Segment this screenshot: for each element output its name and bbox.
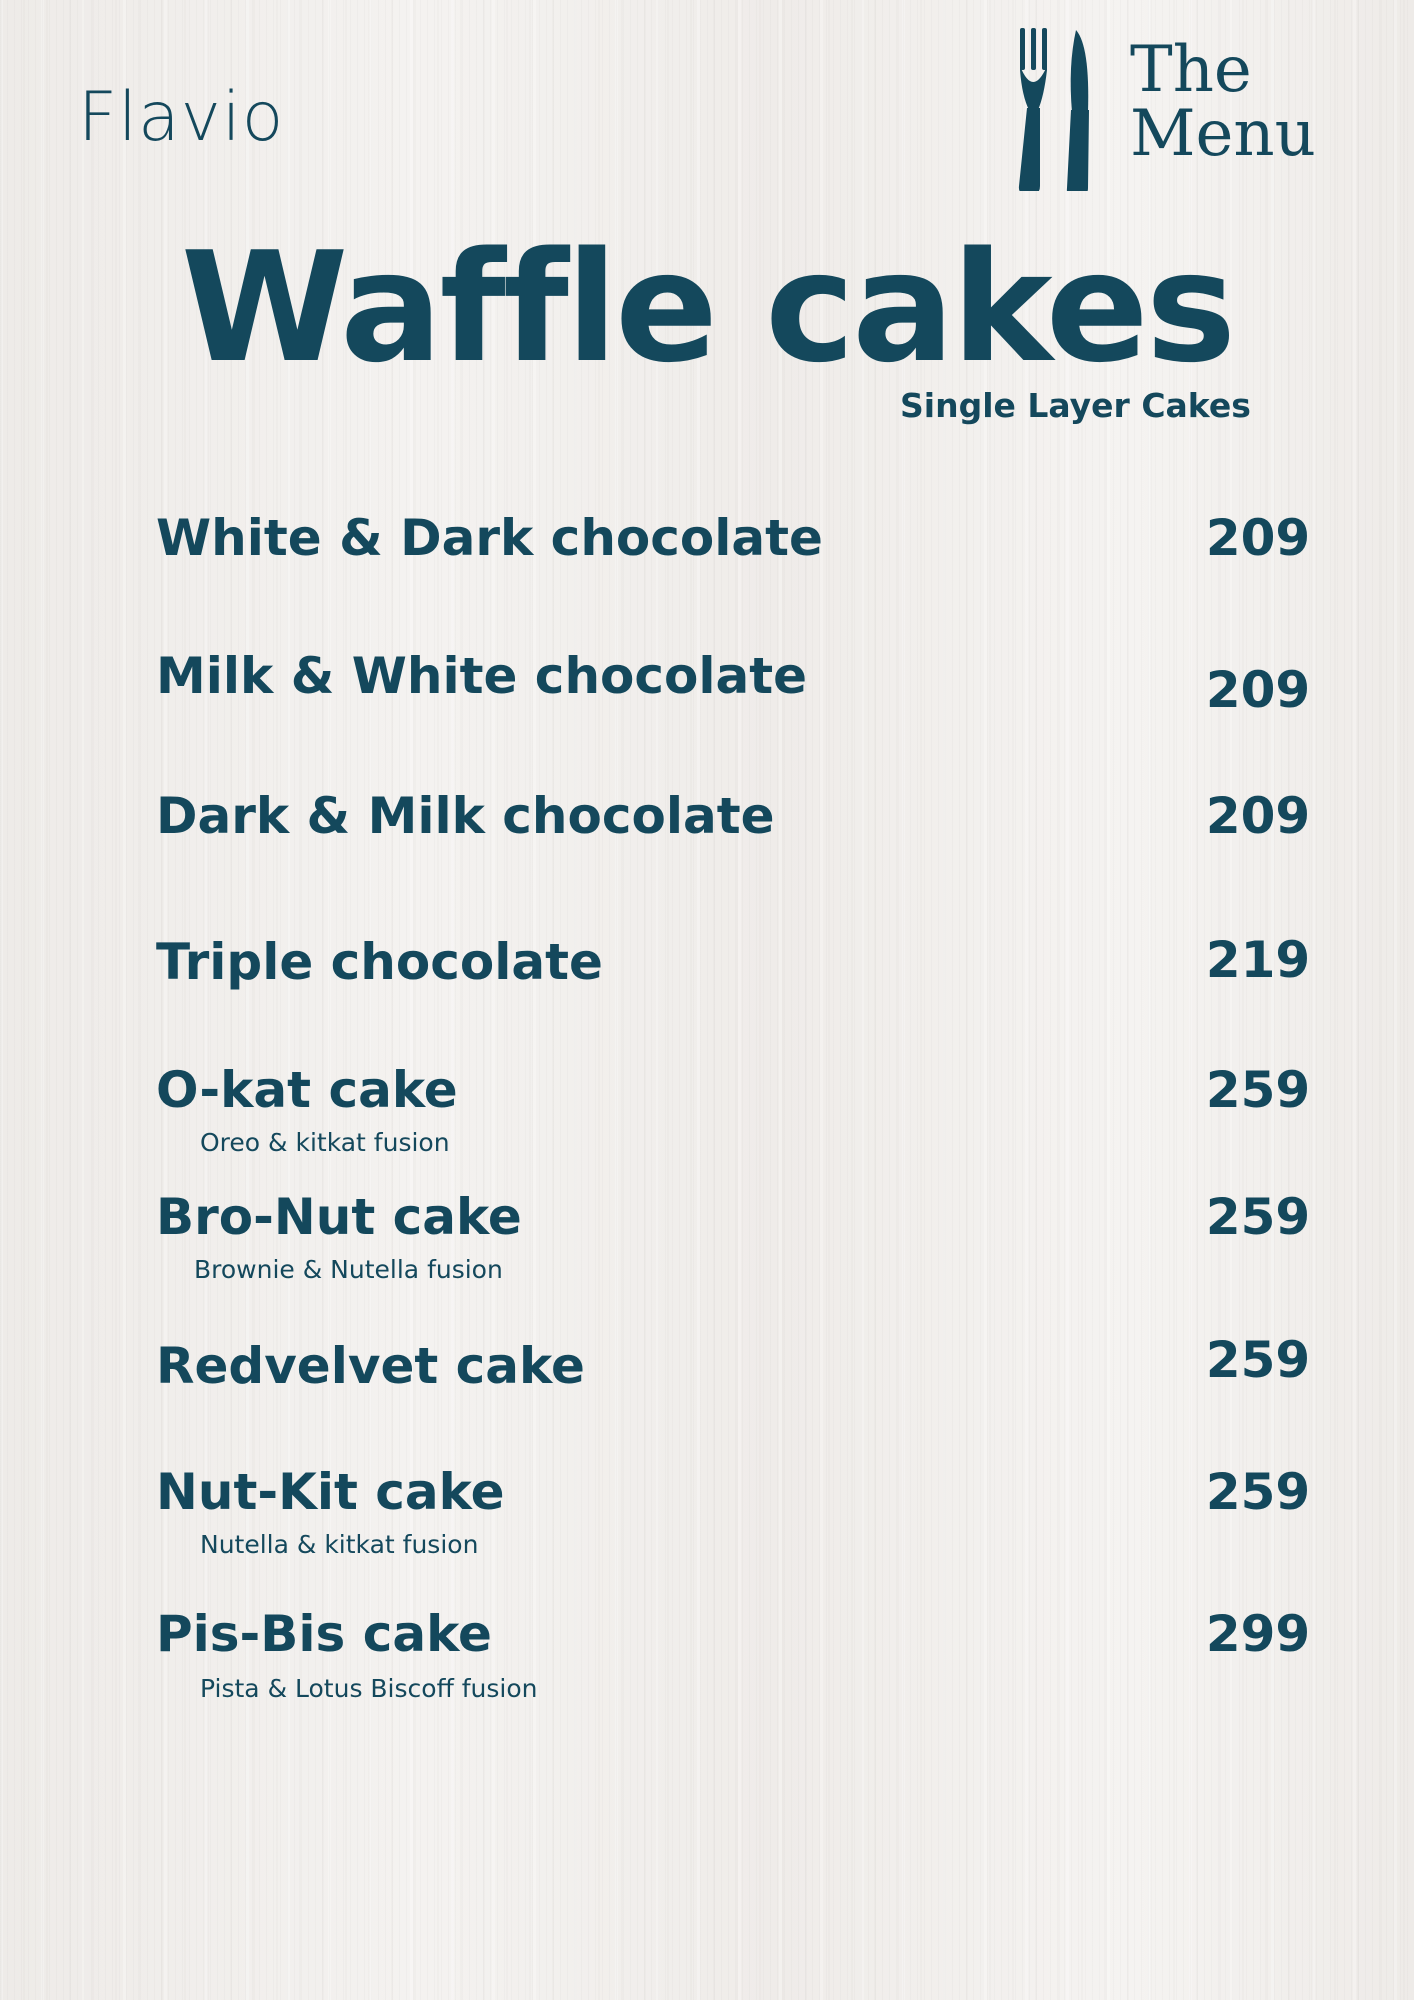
item-price: 219: [1205, 931, 1311, 989]
menu-item: O-kat cake Oreo & kitkat fusion 259: [156, 1060, 1310, 1157]
menu-item: Bro-Nut cake Brownie & Nutella fusion 25…: [156, 1187, 1310, 1284]
item-description: Oreo & kitkat fusion: [200, 1128, 450, 1157]
page-title: Waffle cakes: [180, 219, 1236, 396]
page-subtitle: Single Layer Cakes: [900, 386, 1251, 425]
item-price: 209: [1205, 509, 1311, 567]
item-name: Dark & Milk chocolate: [156, 787, 775, 845]
item-price: 259: [1205, 1331, 1311, 1389]
menu-logo: The Menu: [1010, 26, 1340, 191]
item-price: 259: [1205, 1188, 1311, 1246]
item-description: Pista & Lotus Biscoff fusion: [200, 1674, 538, 1703]
item-price: 209: [1205, 661, 1311, 719]
item-price: 259: [1205, 1463, 1311, 1521]
menu-item: White & Dark chocolate 209: [156, 508, 1310, 598]
item-description: Nutella & kitkat fusion: [200, 1530, 479, 1559]
item-price: 299: [1205, 1605, 1311, 1663]
item-price: 259: [1205, 1061, 1311, 1119]
item-name: Nut-Kit cake: [156, 1463, 505, 1521]
menu-item: Triple chocolate 219: [156, 931, 1310, 1022]
item-description: Brownie & Nutella fusion: [194, 1255, 503, 1284]
menu-item: Milk & White chocolate 209: [156, 646, 1310, 736]
item-price: 209: [1205, 787, 1311, 845]
menu-item: Dark & Milk chocolate 209: [156, 786, 1310, 876]
logo-line-the: The: [1130, 33, 1252, 107]
menu-item: Nut-Kit cake Nutella & kitkat fusion 259: [156, 1462, 1310, 1559]
item-name: O-kat cake: [156, 1061, 458, 1119]
item-name: Bro-Nut cake: [156, 1188, 522, 1246]
item-name: Pis-Bis cake: [156, 1605, 492, 1663]
logo-line-menu: Menu: [1130, 97, 1316, 171]
fork-knife-icon: [1018, 28, 1089, 191]
item-name: White & Dark chocolate: [156, 509, 823, 567]
item-name: Triple chocolate: [156, 933, 603, 991]
brand-name: Flavio: [78, 78, 285, 157]
item-name: Milk & White chocolate: [156, 647, 808, 705]
menu-item: Pis-Bis cake Pista & Lotus Biscoff fusio…: [156, 1604, 1310, 1703]
menu-item: Redvelvet cake 259: [156, 1331, 1310, 1426]
item-name: Redvelvet cake: [156, 1337, 585, 1395]
